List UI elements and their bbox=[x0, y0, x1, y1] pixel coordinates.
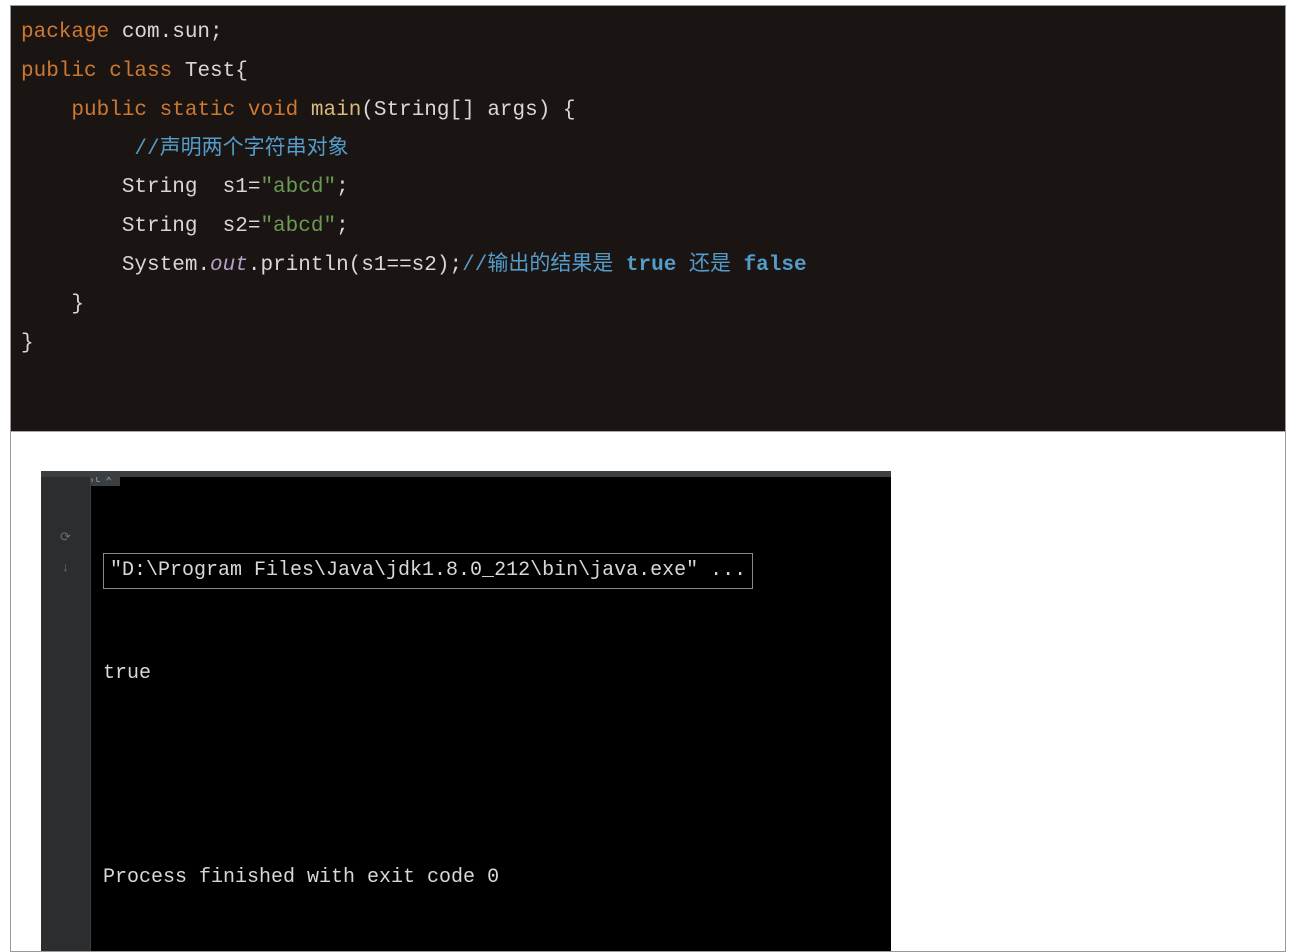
code-line-8: } bbox=[21, 286, 1275, 325]
code-line-3: public static void main(String[] args) { bbox=[21, 92, 1275, 131]
console-panel: ▦ Test × ⟳ ↓ "D:\Program Files\Java\jdk1… bbox=[41, 471, 891, 951]
keyword-public: public bbox=[71, 99, 147, 122]
comment-output-mid: 还是 bbox=[676, 254, 743, 277]
var-decl: String s2= bbox=[122, 215, 261, 238]
code-line-9: } bbox=[21, 325, 1275, 364]
code-line-5: String s1="abcd"; bbox=[21, 169, 1275, 208]
keyword-class: class bbox=[97, 60, 173, 83]
println-call: .println(s1==s2); bbox=[248, 254, 462, 277]
indent bbox=[21, 99, 71, 122]
comment-output-pre: //输出的结果是 bbox=[462, 254, 626, 277]
console-gutter: ⟳ ↓ bbox=[41, 477, 91, 951]
semicolon: ; bbox=[336, 215, 349, 238]
exit-line: Process finished with exit code 0 bbox=[103, 861, 891, 883]
keyword-public: public bbox=[21, 60, 97, 83]
keyword-void: void bbox=[235, 99, 298, 122]
code-line-1: package com.sun; bbox=[21, 14, 1275, 53]
indent bbox=[21, 176, 122, 199]
indent bbox=[21, 254, 122, 277]
out-field: out bbox=[210, 254, 248, 277]
code-line-6: String s2="abcd"; bbox=[21, 208, 1275, 247]
comment-true: true bbox=[626, 254, 676, 277]
string-literal: "abcd" bbox=[260, 176, 336, 199]
document-cell-1: package com.sun; public class Test{ publ… bbox=[10, 5, 1286, 952]
comment-false: false bbox=[744, 254, 807, 277]
semicolon: ; bbox=[336, 176, 349, 199]
string-literal: "abcd" bbox=[260, 215, 336, 238]
rerun-icon[interactable]: ⟳ bbox=[41, 523, 90, 553]
cmd-text: "D:\Program Files\Java\jdk1.8.0_212\bin\… bbox=[103, 553, 753, 589]
code-editor-panel: package com.sun; public class Test{ publ… bbox=[11, 6, 1285, 431]
code-line-7: System.out.println(s1==s2);//输出的结果是 true… bbox=[21, 247, 1275, 286]
var-decl: String s1= bbox=[122, 176, 261, 199]
method-name: main bbox=[298, 99, 361, 122]
console-output: "D:\Program Files\Java\jdk1.8.0_212\bin\… bbox=[41, 485, 891, 951]
cmd-line: "D:\Program Files\Java\jdk1.8.0_212\bin\… bbox=[103, 553, 891, 589]
indent bbox=[21, 138, 134, 161]
console-body: ⟳ ↓ "D:\Program Files\Java\jdk1.8.0_212\… bbox=[41, 477, 891, 951]
class-name: Test bbox=[172, 60, 235, 83]
comment-declare: //声明两个字符串对象 bbox=[134, 138, 348, 161]
console-wrapper: ▦ Test × ⟳ ↓ "D:\Program Files\Java\jdk1… bbox=[11, 471, 1285, 951]
brace-close: } bbox=[71, 293, 84, 316]
keyword-static: static bbox=[147, 99, 235, 122]
blank-line bbox=[103, 759, 891, 793]
keyword-package: package bbox=[21, 21, 109, 44]
brace-close: } bbox=[21, 332, 34, 355]
output-line: true bbox=[103, 657, 891, 691]
method-params: (String[] args) { bbox=[361, 99, 575, 122]
indent bbox=[21, 293, 71, 316]
indent bbox=[21, 215, 122, 238]
package-name: com.sun bbox=[109, 21, 210, 44]
semicolon: ; bbox=[210, 21, 223, 44]
spacer bbox=[11, 431, 1285, 471]
system-obj: System. bbox=[122, 254, 210, 277]
stop-icon[interactable]: ↓ bbox=[41, 553, 90, 583]
brace-open: { bbox=[235, 60, 248, 83]
code-line-2: public class Test{ bbox=[21, 53, 1275, 92]
code-line-4: //声明两个字符串对象 bbox=[21, 131, 1275, 170]
